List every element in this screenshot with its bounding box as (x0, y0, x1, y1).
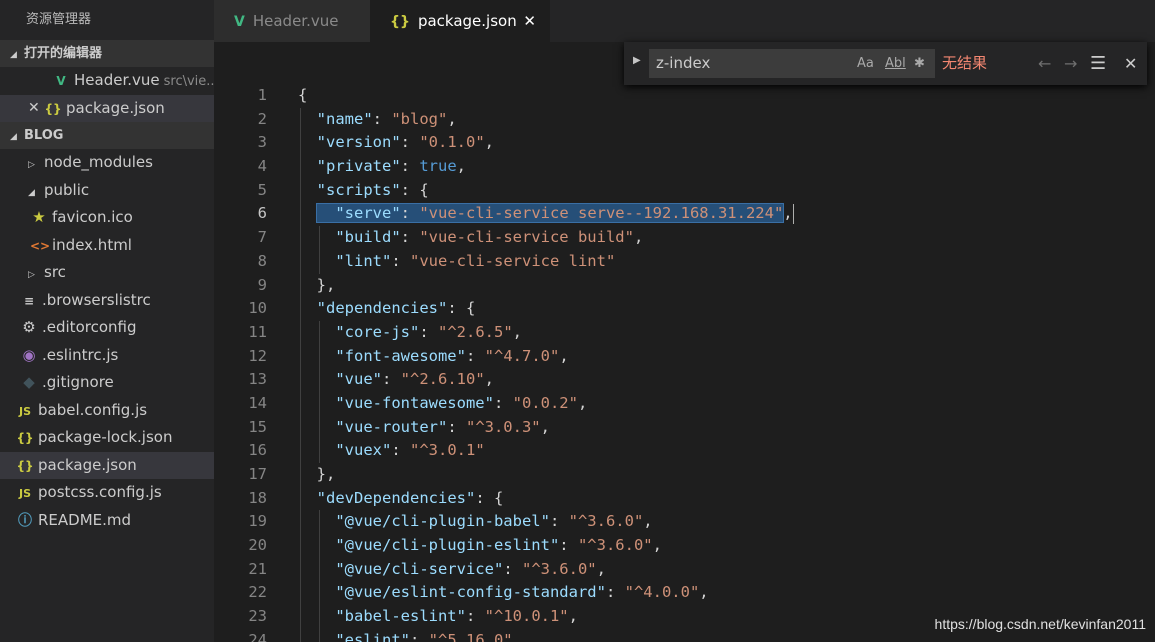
code-line: 16 "vuex": "^3.0.1" (214, 439, 1155, 463)
match-whole-word-button[interactable]: Abl (885, 49, 906, 78)
js-icon: JS (18, 404, 31, 418)
code-line: 9 }, (214, 273, 1155, 298)
tree-item-favicon[interactable]: ★ favicon.ico (0, 204, 214, 232)
tab-package-json[interactable]: {} package.json ✕ (370, 0, 550, 42)
collapse-icon: ◢ (10, 132, 17, 142)
tree-item-gitignore[interactable]: ◆ .gitignore (0, 369, 214, 397)
tab-header-vue[interactable]: V Header.vue (214, 0, 370, 42)
tree-item-browserslistrc[interactable]: ≡ .browserslistrc (0, 287, 214, 315)
next-match-arrow-icon[interactable]: → (1064, 42, 1077, 85)
json-icon: {} (44, 101, 62, 116)
tree-item-public[interactable]: ◢ public (0, 177, 214, 205)
chevron-down-icon: ◢ (28, 187, 35, 198)
star-icon: ★ (32, 208, 46, 226)
chevron-right-icon: ▷ (28, 160, 35, 170)
tab-bar: V Header.vue {} package.json ✕ (214, 0, 1155, 42)
code-line-current: 6 "serve": "vue-cli-service serve--192.1… (214, 202, 1155, 227)
code-line: 17 }, (214, 463, 1155, 487)
code-line: 22 "@vue/eslint-config-standard": "^4.0.… (214, 581, 1155, 606)
code-line: 5 "scripts": { (214, 178, 1155, 203)
code-line: 1{ (257, 86, 308, 104)
vue-icon: V (56, 74, 66, 88)
tree-item-package-json[interactable]: {} package.json (0, 451, 214, 479)
text-cursor (792, 203, 794, 224)
eslint-icon: ◉ (22, 345, 36, 364)
json-icon: {} (16, 458, 34, 473)
code-line: 8 "lint": "vue-cli-service lint" (214, 249, 1155, 274)
code-line: 20 "@vue/cli-plugin-eslint": "^3.6.0", (214, 534, 1155, 558)
project-header[interactable]: ◢ BLOG (0, 122, 214, 149)
explorer-sidebar: 资源管理器 ◢ 打开的编辑器 V Header.vue src\vie... ✕ {}… (0, 0, 214, 642)
close-icon[interactable]: ✕ (28, 95, 40, 123)
tree-item-index-html[interactable]: <> index.html (0, 232, 214, 260)
close-find-icon[interactable]: ✕ (1124, 42, 1137, 85)
tree-item-src[interactable]: ▷ src (0, 259, 214, 287)
previous-match-arrow-icon[interactable]: ← (1038, 42, 1051, 85)
code-editor[interactable]: 1{ 2 "name": "blog", 3 "version": "0.1.0… (214, 42, 1155, 642)
code-line: 10 "dependencies": { (214, 297, 1155, 321)
regex-button[interactable]: ✱ (914, 49, 925, 78)
code-line: 11 "core-js": "^2.6.5", (214, 320, 1155, 345)
code-line: 18 "devDependencies": { (214, 486, 1155, 511)
text-file-icon: ≡ (23, 293, 35, 308)
open-editor-header-vue[interactable]: V Header.vue src\vie... (0, 67, 214, 95)
code-area[interactable]: 1{ 2 "name": "blog", 3 "version": "0.1.0… (214, 84, 1155, 642)
vue-icon: V (234, 14, 245, 30)
code-line: 3 "version": "0.1.0", (214, 131, 1155, 156)
tree-item-babel-config[interactable]: JS babel.config.js (0, 397, 214, 425)
code-line: 19 "@vue/cli-plugin-babel": "^3.6.0", (214, 510, 1155, 535)
tree-item-package-lock[interactable]: {} package-lock.json (0, 424, 214, 452)
info-icon: ⓘ (18, 512, 32, 529)
find-in-selection-icon[interactable]: ☰ (1090, 42, 1106, 85)
gear-icon: ⚙ (22, 318, 36, 336)
code-line: 13 "vue": "^2.6.10", (214, 368, 1155, 392)
json-icon: {} (16, 431, 34, 445)
code-line: 21 "@vue/cli-service": "^3.6.0", (214, 557, 1155, 582)
code-line: 14 "vue-fontawesome": "0.0.2", (214, 391, 1155, 416)
code-line: 15 "vue-router": "^3.0.3", (214, 415, 1155, 440)
tree-item-postcss-config[interactable]: JS postcss.config.js (0, 479, 214, 507)
tree-item-readme[interactable]: ⓘ README.md (0, 507, 214, 535)
open-editors-header[interactable]: ◢ 打开的编辑器 (0, 40, 214, 67)
js-icon: JS (18, 487, 31, 500)
explorer-title: 资源管理器 (26, 12, 92, 27)
code-line: 7 "build": "vue-cli-service build", (214, 226, 1155, 250)
code-line: 2 "name": "blog", (214, 107, 1155, 132)
open-editor-package-json[interactable]: ✕ {} package.json (0, 94, 214, 123)
code-line: 4 "private": true, (214, 155, 1155, 179)
find-input[interactable]: z-index Aa Abl ✱ (649, 49, 935, 78)
watermark: https://blog.csdn.net/kevinfan2011 (934, 616, 1146, 632)
code-line: 12 "font-awesome": "^4.7.0", (214, 344, 1155, 369)
tree-item-editorconfig[interactable]: ⚙ .editorconfig (0, 314, 214, 342)
tree-item-eslintrc[interactable]: ◉ .eslintrc.js (0, 342, 214, 370)
find-result-text: 无结果 (942, 54, 988, 72)
toggle-replace-icon[interactable]: ▶ (633, 55, 641, 66)
chevron-right-icon: ▷ (28, 270, 35, 280)
html-icon: <> (30, 238, 51, 253)
selection-highlight: "serve": "vue-cli-service serve--192.168… (315, 203, 785, 224)
json-icon: {} (390, 14, 410, 30)
close-tab-icon[interactable]: ✕ (523, 0, 536, 42)
tree-item-node-modules[interactable]: ▷ node_modules (0, 149, 214, 177)
match-case-button[interactable]: Aa (857, 49, 874, 78)
find-widget: ▶ z-index Aa Abl ✱ 无结果 ← → ☰ ✕ (624, 42, 1147, 85)
git-icon: ◆ (23, 373, 35, 391)
collapse-icon: ◢ (10, 50, 17, 60)
